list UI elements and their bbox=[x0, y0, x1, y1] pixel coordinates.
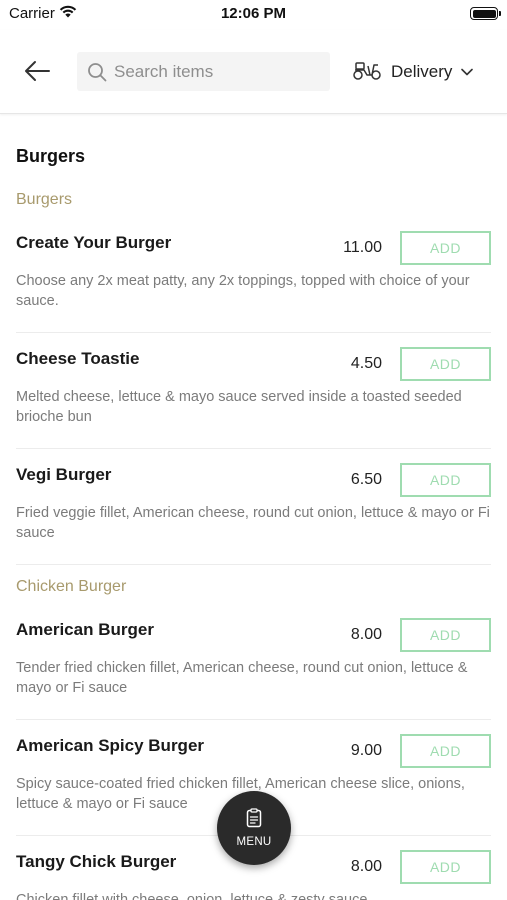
search-icon bbox=[86, 61, 108, 83]
item-name: Vegi Burger bbox=[16, 465, 112, 484]
status-time: 12:06 PM bbox=[220, 5, 287, 22]
category-title: Chicken Burger bbox=[16, 578, 127, 595]
chevron-down-icon bbox=[461, 63, 474, 81]
top-bar: Delivery bbox=[0, 30, 507, 114]
scooter-icon bbox=[352, 59, 382, 86]
menu-fab-label: MENU bbox=[236, 836, 272, 848]
item-name: Tangy Chick Burger bbox=[16, 852, 177, 871]
section-title: Burgers bbox=[16, 146, 86, 166]
item-price: 9.00 bbox=[350, 742, 382, 759]
battery-icon bbox=[470, 7, 501, 20]
divider bbox=[16, 719, 491, 720]
delivery-selector[interactable]: Delivery bbox=[352, 58, 474, 86]
menu-fab-button[interactable]: MENU bbox=[217, 791, 291, 865]
item-name: Cheese Toastie bbox=[16, 349, 140, 368]
search-input[interactable] bbox=[114, 61, 314, 82]
add-button[interactable]: ADD bbox=[400, 231, 491, 265]
arrow-left-icon bbox=[25, 61, 50, 81]
divider bbox=[16, 564, 491, 565]
item-description: Fried veggie fillet, American cheese, ro… bbox=[16, 505, 490, 541]
item-description: Melted cheese, lettuce & mayo sauce serv… bbox=[16, 389, 462, 425]
back-button[interactable] bbox=[20, 56, 54, 86]
menu-list-icon bbox=[246, 808, 262, 833]
add-button[interactable]: ADD bbox=[400, 618, 491, 652]
add-button[interactable]: ADD bbox=[400, 850, 491, 884]
item-name: American Burger bbox=[16, 620, 154, 639]
category-title: Burgers bbox=[16, 191, 73, 208]
item-price: 4.50 bbox=[350, 355, 382, 372]
item-description: Tender fried chicken fillet, American ch… bbox=[16, 660, 468, 696]
item-description: Choose any 2x meat patty, any 2x topping… bbox=[16, 273, 470, 309]
status-bar: Carrier 12:06 PM bbox=[0, 0, 507, 30]
delivery-label: Delivery bbox=[391, 62, 453, 81]
item-price: 8.00 bbox=[350, 626, 382, 643]
add-button[interactable]: ADD bbox=[400, 347, 491, 381]
item-price: 6.50 bbox=[350, 471, 382, 488]
item-name: American Spicy Burger bbox=[16, 736, 205, 755]
divider bbox=[16, 448, 491, 449]
item-price: 11.00 bbox=[343, 239, 382, 256]
item-name: Create Your Burger bbox=[16, 233, 172, 252]
menu-list[interactable]: Burgers Burgers Create Your Burger 11.00… bbox=[0, 115, 507, 900]
item-price: 8.00 bbox=[350, 858, 382, 875]
add-button[interactable]: ADD bbox=[400, 734, 491, 768]
search-bar[interactable] bbox=[77, 52, 330, 91]
divider bbox=[16, 332, 491, 333]
add-button[interactable]: ADD bbox=[400, 463, 491, 497]
item-description: Chicken fillet with cheese, onion, lettu… bbox=[16, 892, 368, 900]
